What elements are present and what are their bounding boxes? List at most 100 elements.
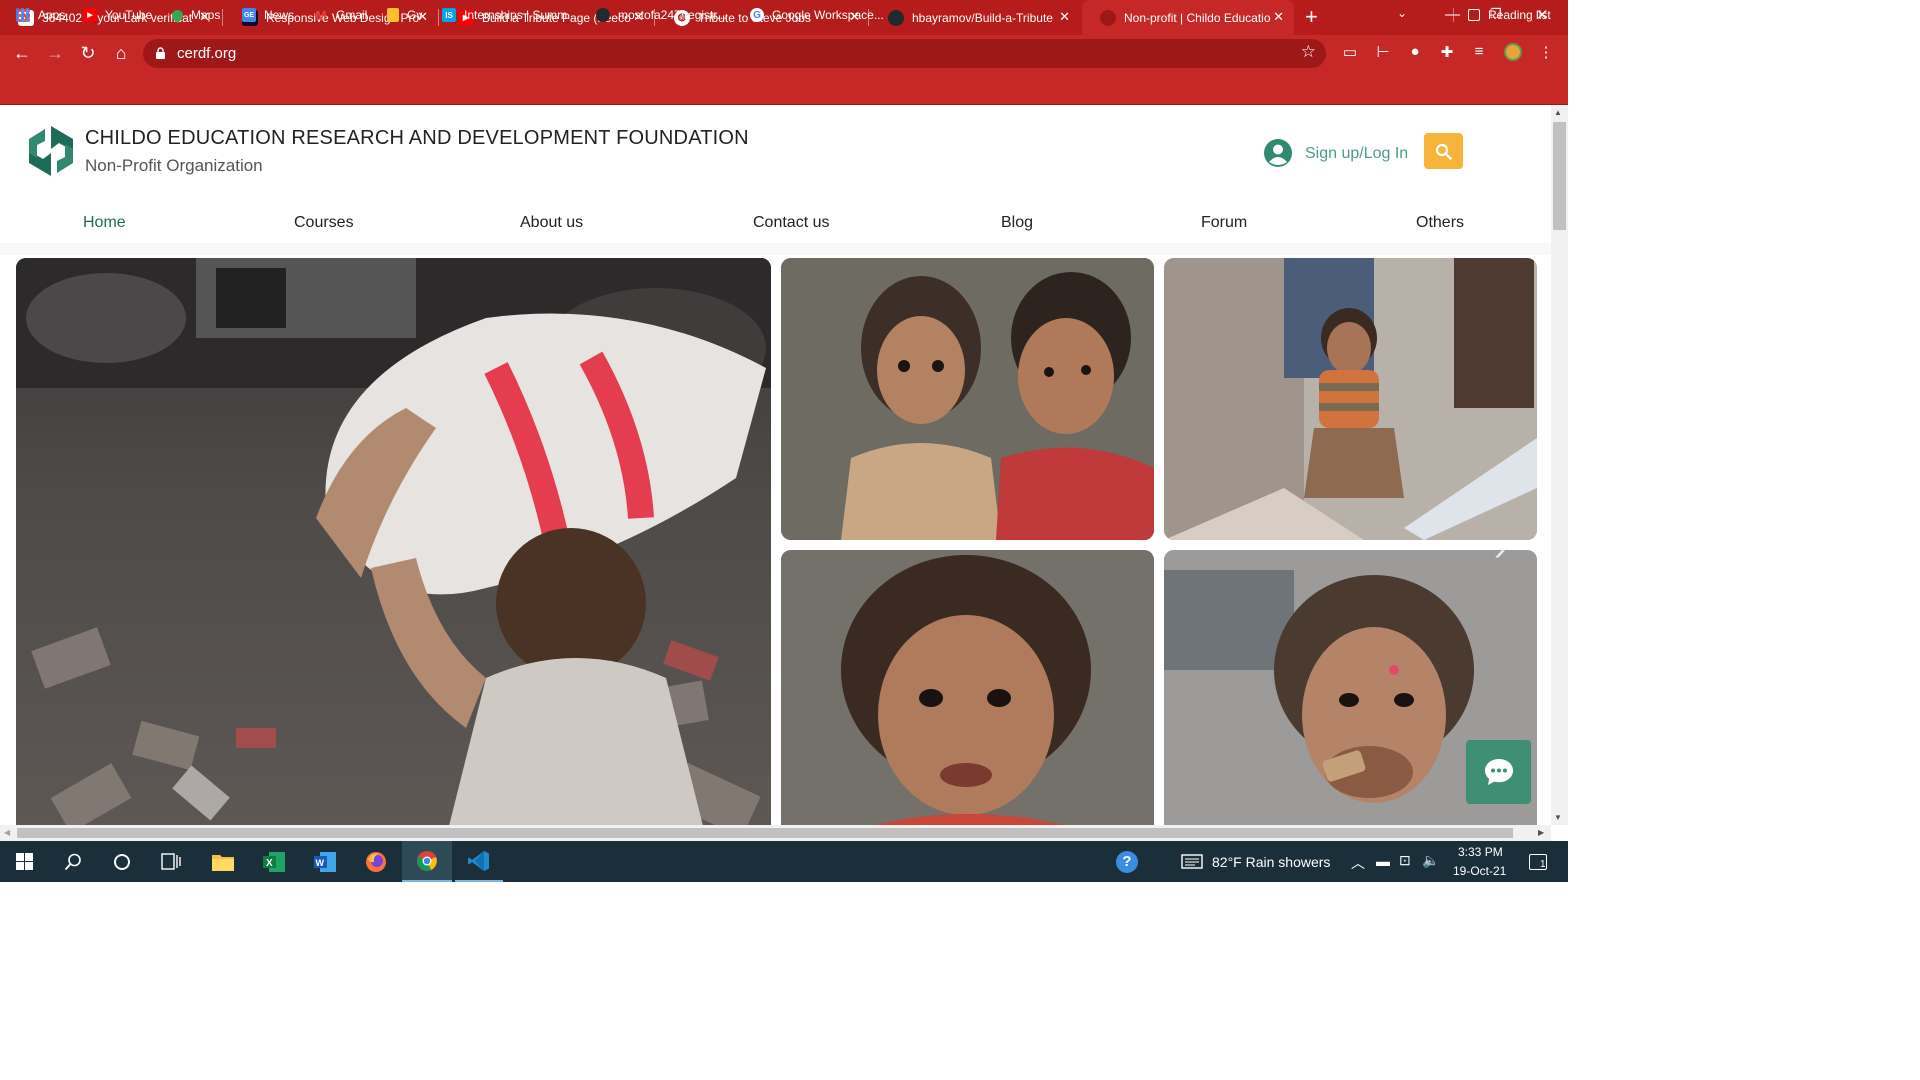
- firefox-icon[interactable]: [352, 841, 400, 882]
- bookmark-label: Maps: [191, 8, 221, 22]
- menu-kebab-icon[interactable]: ⋮: [1536, 43, 1556, 61]
- clock-date[interactable]: 19-Oct-21: [1453, 864, 1506, 878]
- volume-icon[interactable]: 🔈: [1422, 852, 1439, 869]
- new-tab-icon[interactable]: +: [1305, 5, 1318, 29]
- show-hidden-icons-icon[interactable]: ︿: [1351, 853, 1365, 873]
- nav-about-us[interactable]: About us: [520, 214, 583, 232]
- vscode-icon[interactable]: [455, 841, 503, 882]
- word-icon[interactable]: W: [301, 841, 349, 882]
- clock-time[interactable]: 3:33 PM: [1458, 845, 1503, 859]
- lock-icon: [156, 47, 165, 59]
- github-icon: [888, 9, 904, 26]
- internshala-icon: IS: [442, 8, 456, 22]
- reload-icon[interactable]: ↻: [77, 43, 99, 63]
- bookmark-google-workspace[interactable]: G Google Workspace...: [750, 8, 884, 22]
- extension-icon[interactable]: ⊢: [1373, 43, 1393, 61]
- search-icon[interactable]: [50, 841, 96, 882]
- battery-icon[interactable]: ▬: [1376, 853, 1390, 869]
- youtube-icon: ▶: [83, 8, 97, 22]
- browser-tab-active[interactable]: Non-profit | Childo Educatio ✕: [1082, 0, 1294, 35]
- bookmark-youtube[interactable]: ▶ YouTube: [83, 8, 152, 22]
- scroll-up-arrow-icon[interactable]: ▲: [1554, 108, 1562, 117]
- search-button[interactable]: [1424, 133, 1463, 169]
- scroll-left-arrow-icon[interactable]: ◀: [4, 828, 10, 837]
- horizontal-scrollbar-thumb[interactable]: [17, 828, 1513, 838]
- photo-child-closeup: [781, 550, 1154, 825]
- news-icon: GE: [242, 8, 256, 22]
- cortana-icon[interactable]: [99, 841, 145, 882]
- browser-tab[interactable]: hbayramov/Build-a-Tribute ✕: [870, 0, 1080, 35]
- puzzle-icon[interactable]: ✚: [1437, 43, 1457, 61]
- signup-login-link[interactable]: Sign up/Log In: [1305, 145, 1408, 163]
- nav-home[interactable]: Home: [83, 214, 126, 232]
- site-icon: [1100, 9, 1116, 26]
- omnibox[interactable]: cerdf.org ☆: [143, 39, 1326, 68]
- excel-icon[interactable]: X: [250, 841, 298, 882]
- reading-list-icon: [1468, 9, 1480, 21]
- notification-center-icon[interactable]: 1: [1518, 841, 1558, 882]
- bookmark-maps[interactable]: Maps: [169, 7, 221, 23]
- home-icon[interactable]: ⌂: [110, 43, 132, 63]
- bookmark-label: Gv: [407, 8, 423, 22]
- back-icon[interactable]: ←: [11, 43, 33, 63]
- network-icon[interactable]: ⊡: [1399, 852, 1411, 869]
- bookmark-news[interactable]: GE News: [242, 8, 294, 22]
- nav-others[interactable]: Others: [1416, 214, 1464, 232]
- nav-divider: [0, 243, 1551, 255]
- nav-contact-us[interactable]: Contact us: [753, 214, 829, 232]
- bookmark-star-icon[interactable]: ☆: [1301, 42, 1316, 62]
- chat-widget-button[interactable]: [1466, 740, 1531, 804]
- childo-logo-icon: [29, 126, 73, 176]
- github-icon: [596, 8, 610, 22]
- apps-grid-icon: [16, 8, 30, 22]
- web-page: CHILDO EDUCATION RESEARCH AND DEVELOPMEN…: [0, 105, 1551, 825]
- carousel-next-icon[interactable]: ›: [1494, 527, 1506, 569]
- extension-icon[interactable]: ●: [1405, 43, 1425, 60]
- search-icon: [1435, 143, 1452, 160]
- tab-search-icon[interactable]: ⌄: [1397, 6, 1407, 20]
- close-icon[interactable]: ✕: [1273, 9, 1284, 25]
- file-explorer-icon[interactable]: [199, 841, 247, 882]
- bookmark-label: mostofa247/registr...: [618, 8, 727, 22]
- task-view-icon[interactable]: [148, 841, 194, 882]
- bookmark-gv[interactable]: Gv: [387, 8, 422, 22]
- profile-avatar-icon[interactable]: [1503, 43, 1523, 65]
- cast-icon[interactable]: ▭: [1340, 43, 1360, 61]
- nav-blog[interactable]: Blog: [1001, 214, 1033, 232]
- bookmark-label: Gmail: [336, 8, 368, 22]
- reading-list[interactable]: Reading list: [1453, 8, 1551, 22]
- url-text: cerdf.org: [177, 45, 237, 62]
- nav-courses[interactable]: Courses: [294, 214, 354, 232]
- notification-count: 1: [1540, 859, 1546, 870]
- tab-title: hbayramov/Build-a-Tribute: [912, 10, 1053, 25]
- maps-pin-icon: [169, 7, 186, 23]
- bookmark-label: Apps: [38, 8, 66, 22]
- svg-text:X: X: [266, 858, 273, 869]
- close-icon[interactable]: ✕: [1059, 9, 1070, 25]
- bookmark-gmail[interactable]: M Gmail: [314, 8, 368, 23]
- reading-list-label: Reading list: [1488, 8, 1551, 22]
- chrome-icon[interactable]: [402, 841, 452, 882]
- org-subtitle: Non-Profit Organization: [85, 156, 263, 175]
- bookmark-label: YouTube: [105, 8, 153, 22]
- bookmark-apps[interactable]: Apps: [16, 8, 65, 22]
- bookmark-github[interactable]: mostofa247/registr...: [596, 8, 727, 22]
- user-avatar-icon[interactable]: [1264, 139, 1292, 167]
- bookmarks-bar: [0, 72, 1568, 105]
- hero-photo-child-carrying-sack: [16, 258, 771, 825]
- weather-text[interactable]: 82°F Rain showers: [1212, 854, 1330, 870]
- media-control-icon[interactable]: ≡: [1469, 43, 1489, 60]
- bookmark-label: Internships | Summ...: [464, 8, 578, 22]
- windows-start-icon[interactable]: [0, 841, 48, 882]
- nav-forum[interactable]: Forum: [1201, 214, 1247, 232]
- vertical-scrollbar-thumb[interactable]: [1553, 122, 1566, 230]
- bookmark-internships[interactable]: IS Internships | Summ...: [442, 8, 577, 22]
- bookmark-label: News: [264, 8, 295, 22]
- photo-child-sitting: [1164, 258, 1537, 540]
- scroll-down-arrow-icon[interactable]: ▼: [1554, 813, 1562, 822]
- forward-icon[interactable]: →: [44, 43, 66, 63]
- svg-text:W: W: [316, 858, 325, 868]
- scroll-right-arrow-icon[interactable]: ▶: [1538, 828, 1544, 837]
- org-name[interactable]: CHILDO EDUCATION RESEARCH AND DEVELOPMEN…: [85, 127, 749, 150]
- help-icon[interactable]: ?: [1112, 841, 1142, 882]
